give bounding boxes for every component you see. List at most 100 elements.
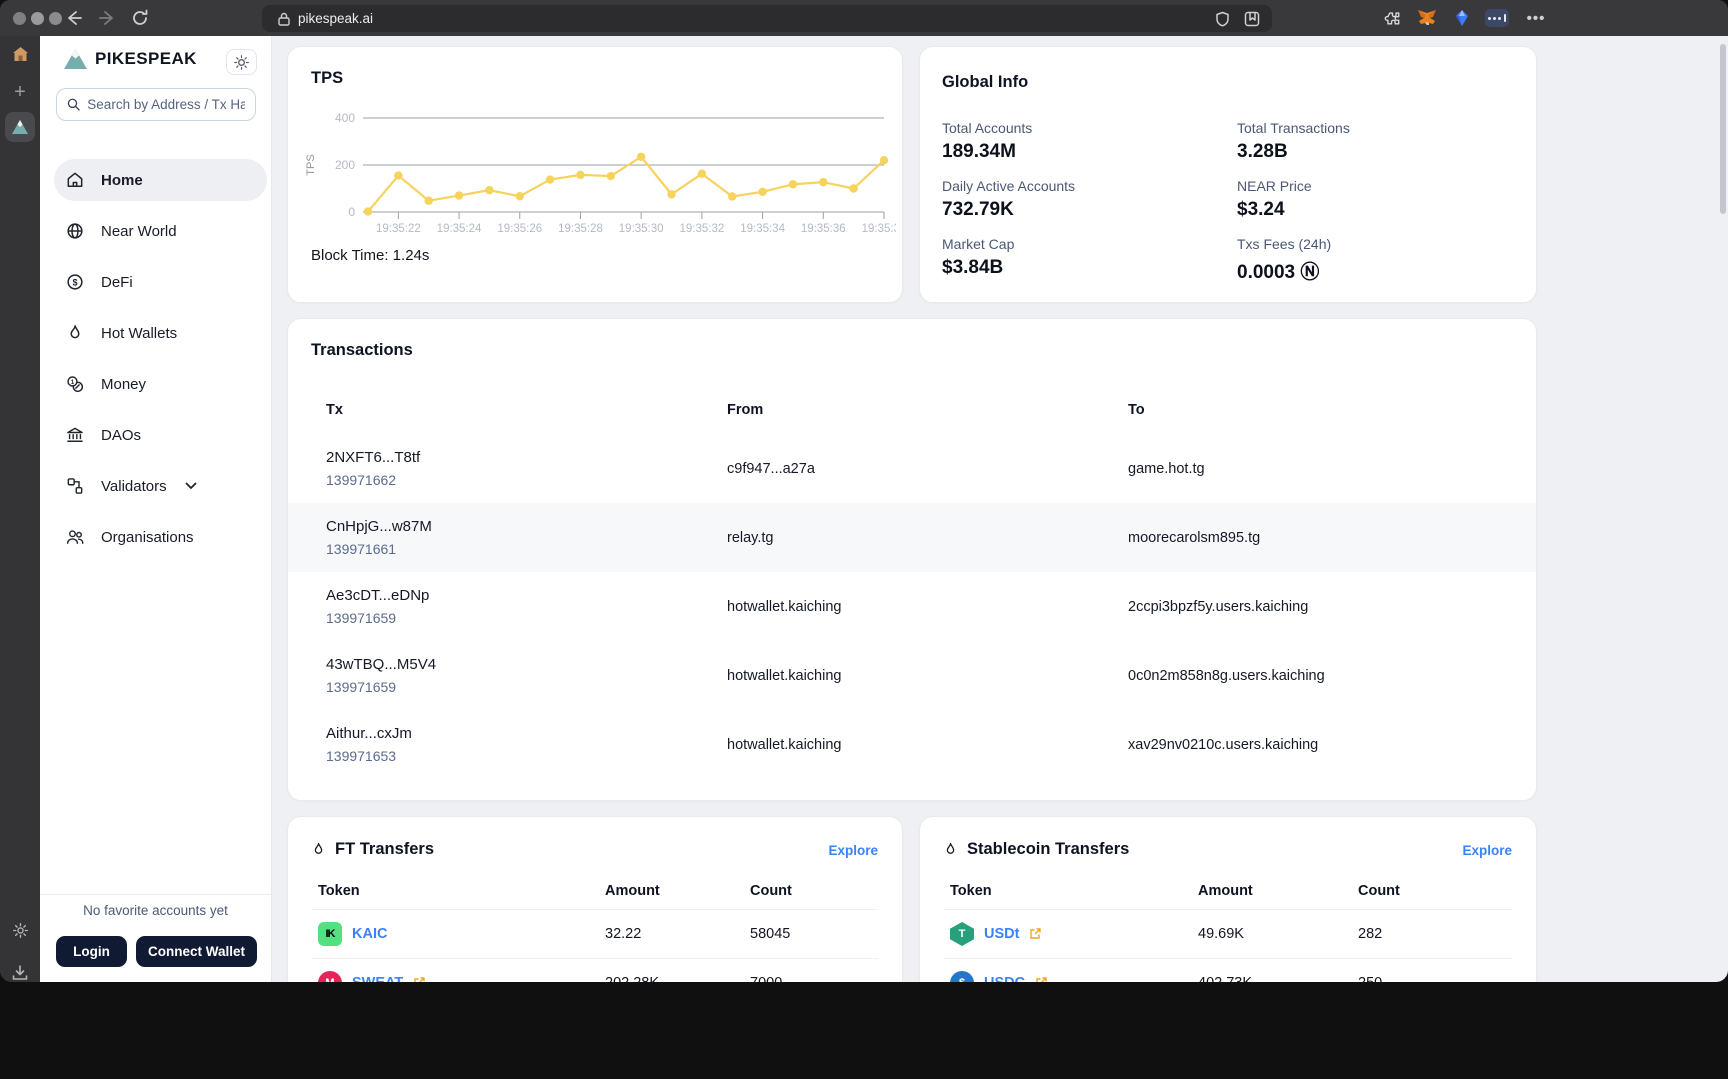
sidebar-item-label: Organisations [101,528,194,546]
shield-icon[interactable] [1215,11,1230,27]
stablecoin-explore-link[interactable]: Explore [1462,843,1512,858]
new-tab-plus-icon[interactable]: + [0,82,40,102]
window-close-button[interactable] [13,11,26,25]
global-info-title: Global Info [942,73,1029,91]
col-header-count: Count [750,883,792,899]
from-account[interactable]: hotwallet.kaiching [727,737,1128,753]
tx-hash[interactable]: Ae3cDT...eDNp [326,587,727,604]
table-row[interactable]: Ae3cDT...eDNp 139971659 hotwallet.kaichin… [288,572,1536,641]
forward-button[interactable] [95,6,119,30]
to-account[interactable]: moorecarolsm895.tg [1128,530,1536,546]
to-account[interactable]: 2ccpi3bpzf5y.users.kaiching [1128,599,1536,615]
list-item[interactable]: $ USDC 402.73K 250 [920,959,1536,982]
sidebar-item-near-world[interactable]: Near World [54,210,267,252]
sidebar-item-daos[interactable]: DAOs [54,414,267,456]
table-row[interactable]: Aithur...cxJm 139971653 hotwallet.kaichin… [288,710,1536,779]
gem-extension-icon[interactable] [1449,6,1475,30]
search-input[interactable] [87,97,245,112]
data-point [363,207,373,216]
to-account[interactable]: 0c0n2m858n8g.users.kaiching [1128,668,1536,684]
nodes-icon [67,478,83,494]
list-item[interactable]: M SWEAT 202.28K 7000 [288,959,902,982]
ft-explore-link[interactable]: Explore [828,843,878,858]
brand-logo[interactable]: PIKESPEAK [64,49,197,69]
col-header-amount: Amount [605,883,660,899]
stat-label: Total Accounts [942,120,1033,136]
sidebar-item-defi[interactable]: $ DeFi [54,261,267,303]
tx-hash[interactable]: Aithur...cxJm [326,725,727,742]
flame-icon [314,842,323,854]
token-link[interactable]: USDC [984,975,1025,982]
tx-hash[interactable]: 43wTBQ...M5V4 [326,656,727,673]
pikespeak-favicon-active[interactable] [0,112,40,142]
stat-total-accounts: Total Accounts 189.34M [942,120,1222,163]
data-point [576,170,585,180]
list-item[interactable]: IK KAIC 32.22 58045 [288,910,902,958]
from-account[interactable]: hotwallet.kaiching [727,599,1128,615]
browser-window: pikespeak.ai ••• + PIKESPEAK Search by A… [0,0,1728,982]
connect-wallet-button[interactable]: Connect Wallet [136,936,257,967]
block-number-link[interactable]: 139971662 [326,472,727,488]
global-info-card: Global Info Total Accounts 189.34M Total… [919,46,1537,303]
favorites-empty-note: No favorite accounts yet [83,903,228,918]
reload-button[interactable] [128,6,152,30]
password-manager-icon[interactable] [1484,6,1510,30]
theme-toggle-button[interactable] [226,49,257,75]
metamask-fox-icon[interactable] [1414,6,1440,30]
sidebar-item-validators[interactable]: Validators [54,465,267,507]
address-bar[interactable]: pikespeak.ai [262,5,1272,32]
browser-sidebar-rail: + [0,36,40,982]
usdc-token-icon: $ [950,971,974,982]
overflow-menu-icon[interactable]: ••• [1523,6,1549,30]
tx-hash[interactable]: CnHpjG...w87M [326,518,727,535]
back-button[interactable] [62,6,86,30]
block-number-link[interactable]: 139971661 [326,541,727,557]
sidebar-item-money[interactable]: 1 Money [54,363,267,405]
list-item[interactable]: T USDt 49.69K 282 [920,910,1536,958]
block-number-link[interactable]: 139971659 [326,679,727,695]
from-account[interactable]: relay.tg [727,530,1128,546]
from-account[interactable]: c9f947...a27a [727,461,1128,477]
sidebar-item-label: Money [101,375,147,393]
stat-txs-fees: Txs Fees (24h) 0.0003 Ⓝ [1237,236,1517,284]
table-row[interactable]: 2NXFT6...T8tf 139971662 c9f947...a27a gam… [288,434,1536,503]
table-row[interactable]: CnHpjG...w87M 139971661 relay.tg moorecar… [288,503,1536,572]
x-tick-label: 19:35:36 [801,223,846,235]
token-count: 7000 [750,975,872,982]
browser-chrome: pikespeak.ai ••• [0,0,1728,36]
sidebar-item-home[interactable]: Home [54,159,267,201]
window-zoom-button[interactable] [49,11,62,25]
search-box[interactable] [56,88,256,121]
usdt-token-icon: T [950,922,974,946]
page-scrollbar[interactable] [1720,44,1726,214]
from-account[interactable]: hotwallet.kaiching [727,668,1128,684]
to-account[interactable]: xav29nv0210c.users.kaiching [1128,737,1536,753]
to-account[interactable]: game.hot.tg [1128,461,1536,477]
downloads-tray-icon[interactable] [0,965,40,981]
table-row[interactable]: 43wTBQ...M5V4 139971659 hotwallet.kaichin… [288,641,1536,710]
window-minimize-button[interactable] [31,11,44,25]
settings-gear-icon[interactable] [0,922,40,939]
data-point [758,187,767,196]
login-button[interactable]: Login [56,936,127,967]
sidebar-item-label: DeFi [101,273,133,291]
block-number-link[interactable]: 139971653 [326,748,727,764]
home-workspace-icon[interactable] [0,46,40,62]
y-tick-label: 0 [348,205,355,219]
tx-hash[interactable]: 2NXFT6...T8tf [326,449,727,466]
bookmark-icon[interactable] [1244,11,1260,27]
puzzle-extension-icon[interactable] [1379,6,1405,30]
sidebar-item-hot-wallets[interactable]: Hot Wallets [54,312,267,354]
sidebar-item-organisations[interactable]: Organisations [54,516,267,558]
token-link[interactable]: SWEAT [352,975,403,982]
data-point [485,185,494,195]
app-sidebar: PIKESPEAK Home Near World [40,36,272,982]
transactions-title: Transactions [311,341,413,359]
token-link[interactable]: USDt [984,926,1019,942]
token-amount: 49.69K [1198,926,1244,942]
stat-label: NEAR Price [1237,178,1312,194]
token-link[interactable]: KAIC [352,926,387,942]
chevron-down-icon [185,482,197,490]
ft-transfers-title: FT Transfers [335,840,435,858]
block-number-link[interactable]: 139971659 [326,610,727,626]
